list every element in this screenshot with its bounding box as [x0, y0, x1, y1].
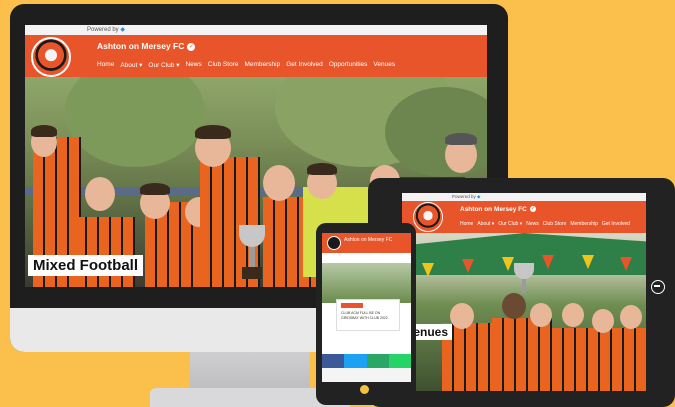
whatsapp-share-icon[interactable]: [388, 354, 411, 368]
tablet-powered-by-bar: Powered by ◆: [402, 193, 646, 201]
nav-club-store[interactable]: Club Store: [208, 61, 239, 69]
phone-news-card[interactable]: CLUB ACM FULL BE ON GRIDSBAY WITH CLUB 2…: [336, 299, 400, 331]
powered-by-logo-icon: ◆: [120, 27, 125, 33]
tablet-club-crest-logo[interactable]: [413, 202, 443, 232]
phone-browser-bar: [322, 368, 411, 382]
club-name[interactable]: Ashton on Mersey FC: [97, 41, 184, 51]
tablet-nav-our-club[interactable]: Our Club ▾: [498, 221, 522, 227]
tablet-main-nav: Home About ▾ Our Club ▾ News Club Store …: [460, 221, 630, 227]
powered-by-text: Powered by: [87, 27, 119, 33]
site-header: Ashton on Mersey FC ✓ Home About ▾ Our Cl…: [25, 35, 487, 77]
phone-news-headline: CLUB ACM FULL BE ON GRIDSBAY WITH CLUB 2…: [341, 311, 388, 320]
phone-home-button-icon[interactable]: [360, 385, 369, 394]
tablet-site-header: Ashton on Mersey FC ✓ Home About ▾ Our Cl…: [402, 201, 646, 233]
tablet-powered-by-logo-icon: ◆: [477, 194, 481, 199]
tablet-screen: Powered by ◆ Ashton on Mersey FC ✓ Home A…: [402, 193, 646, 391]
nav-venues[interactable]: Venues: [373, 61, 395, 69]
main-nav: Home About ▾ Our Club ▾ News Club Store …: [97, 61, 395, 69]
tablet-powered-by-text: Powered by: [452, 194, 476, 199]
nav-home[interactable]: Home: [97, 61, 114, 69]
nav-about[interactable]: About ▾: [120, 61, 142, 69]
tablet-trophy-icon: [514, 263, 534, 297]
nav-our-club[interactable]: Our Club ▾: [148, 61, 179, 69]
nav-membership[interactable]: Membership: [244, 61, 280, 69]
trophy-icon: [239, 225, 265, 281]
tablet-nav-about[interactable]: About ▾: [477, 221, 494, 227]
tablet-hero-photo: [402, 233, 646, 391]
club-crest-logo[interactable]: [31, 37, 71, 77]
twitter-share-icon[interactable]: [344, 354, 367, 368]
nav-opportunities[interactable]: Opportunities: [329, 61, 368, 69]
phone-site-header: Ashton on Mersey FC: [322, 233, 411, 253]
phone-club-crest-logo[interactable]: [327, 236, 341, 250]
powered-by-bar: Powered by ◆: [25, 25, 487, 35]
phone-news-tag: [341, 303, 363, 308]
phone-screen: Ashton on Mersey FC CLUB ACM FULL BE ON …: [322, 233, 411, 382]
phone-news-photo: [322, 263, 411, 303]
tablet-nav-home[interactable]: Home: [460, 221, 473, 227]
tablet-nav-membership[interactable]: Membership: [570, 221, 598, 227]
tablet-nav-club-store[interactable]: Club Store: [543, 221, 567, 227]
tablet-nav-news[interactable]: News: [526, 221, 539, 227]
share-icon[interactable]: [366, 354, 389, 368]
tablet-nav-get-involved[interactable]: Get Involved: [602, 221, 630, 227]
tablet-verified-badge-icon: ✓: [529, 206, 536, 213]
nav-get-involved[interactable]: Get Involved: [286, 61, 323, 69]
phone-club-name[interactable]: Ashton on Mersey FC: [344, 237, 392, 243]
facebook-share-icon[interactable]: [322, 354, 345, 368]
tablet-home-button-icon[interactable]: [651, 280, 665, 294]
monitor-stand: [190, 352, 310, 392]
hero-caption: Mixed Football: [28, 255, 143, 276]
nav-news[interactable]: News: [185, 61, 201, 69]
tablet-club-name[interactable]: Ashton on Mersey FC: [460, 206, 527, 213]
phone-share-bar: [322, 354, 411, 368]
verified-badge-icon: ✓: [187, 42, 196, 51]
